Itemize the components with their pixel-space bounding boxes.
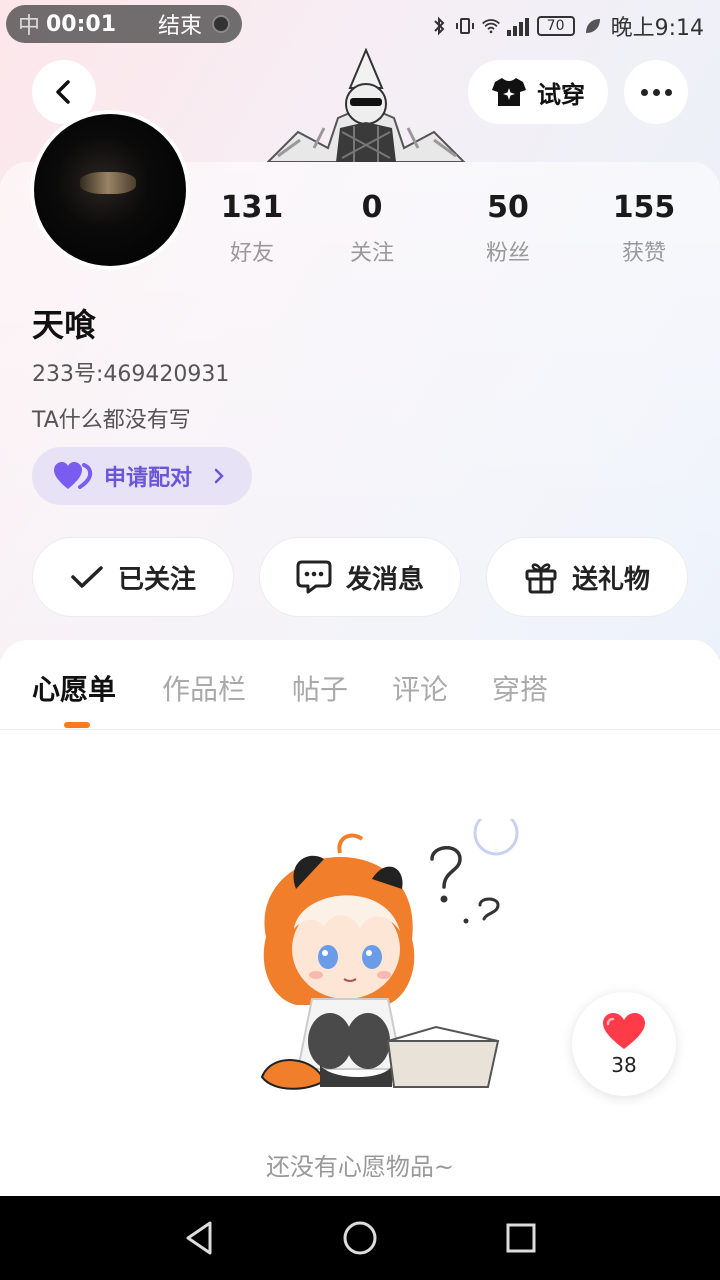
double-heart-icon	[54, 462, 93, 489]
send-gift-button[interactable]: 送礼物	[486, 537, 688, 617]
send-gift-label: 送礼物	[571, 564, 650, 595]
send-message-label: 发消息	[345, 564, 424, 595]
nav-home-icon[interactable]	[342, 1220, 378, 1256]
signal-icon	[506, 16, 529, 36]
nav-recents-icon[interactable]	[505, 1222, 537, 1254]
floating-like-button[interactable]: 38	[572, 992, 676, 1096]
heart-icon	[603, 1013, 645, 1049]
stat-label: 粉丝	[485, 241, 530, 266]
bluetooth-icon	[433, 16, 445, 36]
empty-state-message: 还没有心愿物品~	[265, 1153, 455, 1181]
tshirt-icon	[492, 78, 526, 106]
apply-pairing-label: 申请配对	[104, 466, 193, 491]
tab-comments[interactable]: 评论	[392, 668, 448, 708]
stat-value: 155	[612, 190, 676, 225]
stat-label: 好友	[229, 241, 274, 266]
stat-friends[interactable]: 131 好友	[192, 190, 312, 267]
more-options-button[interactable]	[624, 60, 688, 124]
profile-bio: TA什么都没有写	[32, 408, 191, 433]
avatar-image	[34, 114, 186, 266]
empty-wishlist-illustration	[260, 819, 519, 1090]
like-count: 38	[611, 1053, 637, 1077]
stat-followers[interactable]: 50 粉丝	[448, 190, 568, 267]
tab-posts[interactable]: 帖子	[292, 668, 348, 708]
recording-icon	[212, 15, 230, 33]
stat-label: 获赞	[621, 241, 666, 266]
wishlist-content: 还没有心愿物品~	[0, 731, 720, 1196]
apply-pairing-button[interactable]: 申请配对	[32, 447, 252, 505]
recording-timer: 00:01	[46, 11, 117, 37]
dress-up-character-image	[266, 48, 466, 162]
screen-recording-pill[interactable]: 中 00:01 结束	[6, 5, 242, 43]
chevron-left-icon	[56, 80, 70, 104]
leaf-icon	[585, 19, 600, 33]
tab-wishlist[interactable]: 心愿单	[32, 668, 116, 708]
gift-icon	[525, 563, 557, 594]
stat-value: 131	[220, 190, 284, 225]
end-recording-button[interactable]: 结束	[158, 8, 202, 40]
carrier-label: 中	[18, 14, 41, 39]
clock: 晚上9:14	[610, 16, 704, 41]
status-icons: 70 晚上9:14	[429, 10, 704, 42]
stat-value: 0	[361, 190, 383, 225]
avatar[interactable]	[30, 110, 190, 270]
stat-likes[interactable]: 155 获赞	[584, 190, 704, 267]
nav-back-icon[interactable]	[183, 1220, 215, 1256]
tab-works[interactable]: 作品栏	[162, 668, 246, 708]
try-on-label: 试穿	[537, 80, 585, 109]
more-dots-icon	[640, 88, 648, 96]
check-icon	[71, 566, 103, 588]
wifi-icon	[481, 19, 500, 34]
system-nav-bar	[0, 1196, 720, 1280]
status-bar: 中 00:01 结束 70 晚上9:14	[0, 0, 720, 50]
tab-bar: 心愿单 作品栏 帖子 评论 穿搭	[0, 640, 720, 730]
tab-outfits[interactable]: 穿搭	[492, 668, 548, 708]
stat-following[interactable]: 0 关注	[312, 190, 432, 267]
battery-icon: 70	[536, 16, 575, 36]
send-message-button[interactable]: 发消息	[259, 537, 461, 617]
stat-value: 50	[487, 190, 529, 225]
profile-uid: 233号:469420931	[32, 362, 230, 387]
try-on-button[interactable]: 试穿	[468, 60, 608, 124]
stat-label: 关注	[349, 241, 394, 266]
profile-name: 天喰	[32, 306, 97, 344]
following-label: 已关注	[117, 564, 196, 595]
active-tab-indicator	[64, 722, 90, 728]
following-button[interactable]: 已关注	[32, 537, 234, 617]
chevron-right-icon	[214, 468, 224, 484]
vibrate-icon	[455, 18, 474, 34]
chat-bubble-icon	[296, 560, 332, 594]
